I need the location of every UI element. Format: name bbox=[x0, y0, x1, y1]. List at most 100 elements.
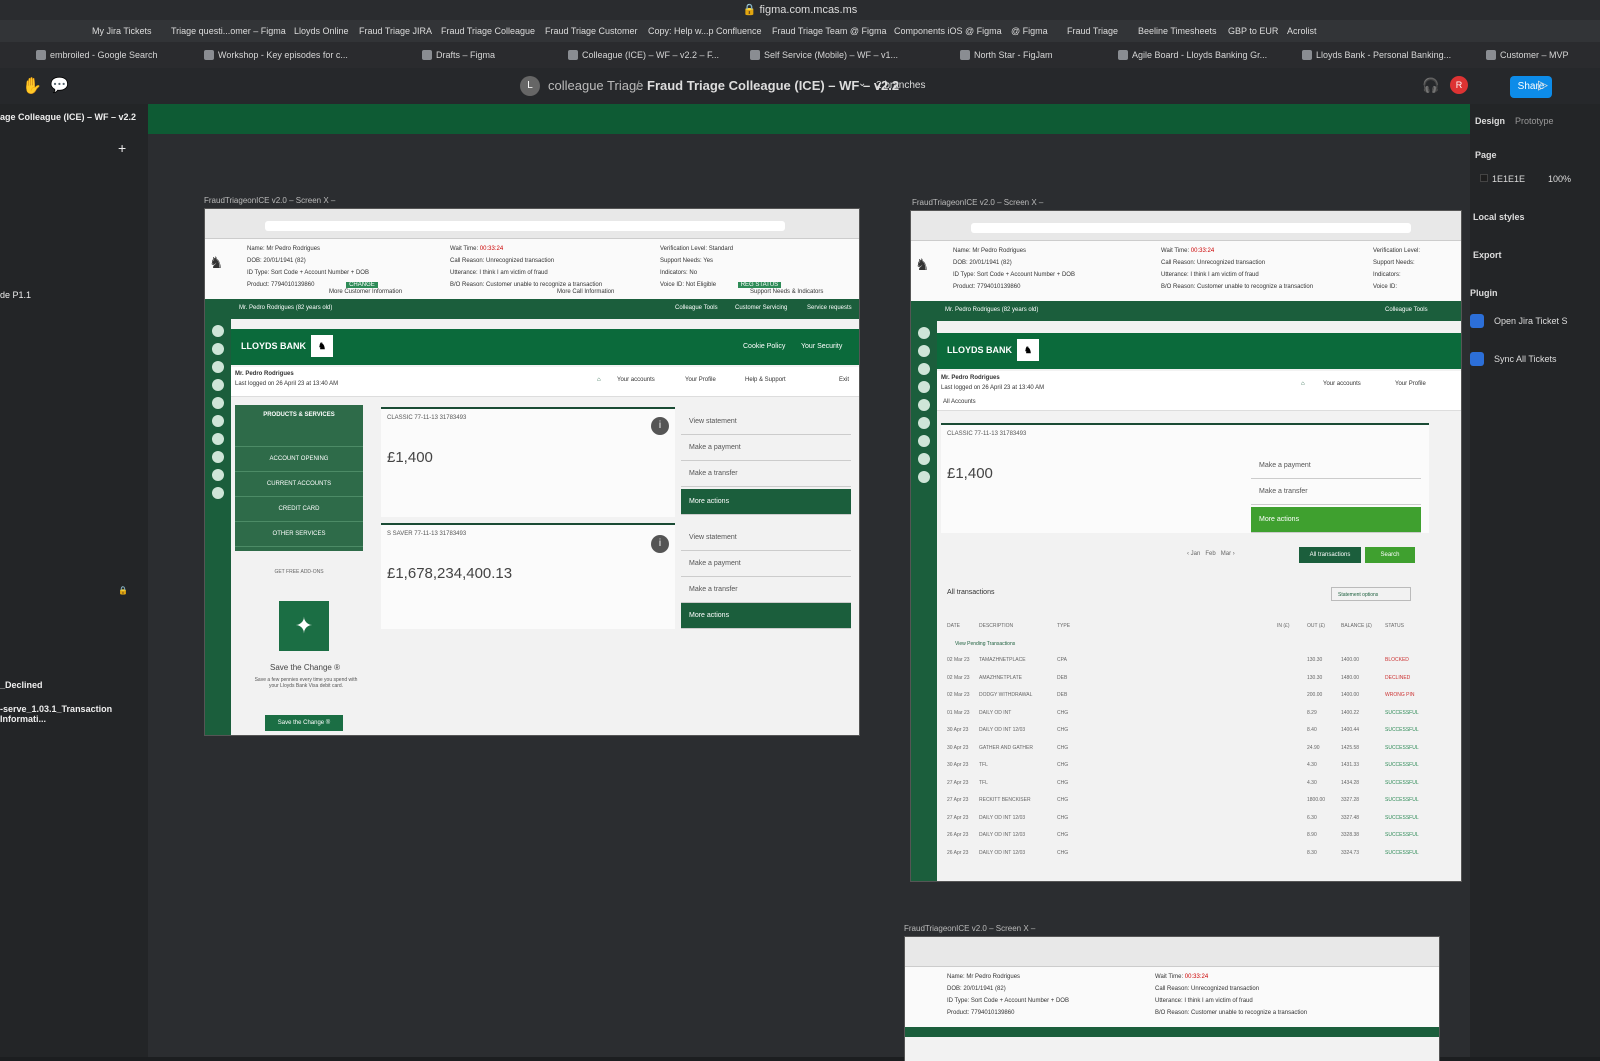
all-accounts-link[interactable]: All Accounts bbox=[943, 399, 976, 405]
all-transactions-button[interactable]: All transactions bbox=[1299, 547, 1361, 563]
make-payment-button[interactable]: Make a payment bbox=[681, 435, 851, 461]
month-filter[interactable]: ‹ Jan Feb Mar › bbox=[1187, 551, 1235, 557]
home-icon[interactable]: ⌂ bbox=[1301, 381, 1305, 387]
headphones-icon[interactable]: 🎧 bbox=[1422, 77, 1439, 94]
browser-tab[interactable]: Agile Board - Lloyds Banking Gr... bbox=[1116, 42, 1267, 68]
home-icon[interactable]: ⌂ bbox=[597, 377, 601, 383]
account-card[interactable]: S SAVER 77-11-13 31783493 £1,678,234,400… bbox=[381, 523, 675, 629]
service-requests[interactable]: Service requests bbox=[807, 305, 852, 311]
product-item[interactable]: CREDIT CARD bbox=[235, 497, 363, 522]
browser-tab[interactable]: Customer – MVP bbox=[1484, 42, 1569, 68]
colleague-tools[interactable]: Colleague Tools bbox=[675, 305, 718, 311]
hand-tool-icon[interactable]: ✋ bbox=[22, 76, 42, 96]
help-support-menu[interactable]: Help & Support bbox=[745, 377, 786, 383]
plugin-sync-tickets[interactable]: Sync All Tickets bbox=[1494, 354, 1557, 364]
view-statement-button[interactable]: View statement bbox=[681, 525, 851, 551]
plugin-open-jira[interactable]: Open Jira Ticket S bbox=[1494, 316, 1568, 326]
more-actions-button[interactable]: More actions bbox=[1251, 507, 1421, 533]
branches-label[interactable]: 2 branches bbox=[876, 80, 925, 91]
team-name[interactable]: colleague Triage bbox=[548, 78, 643, 93]
file-title[interactable]: age Colleague (ICE) – WF – v2.2 bbox=[0, 112, 136, 122]
browser-tab[interactable]: Colleague (ICE) – WF – v2.2 – F... bbox=[566, 42, 719, 68]
more-call-info[interactable]: More Call Information bbox=[557, 289, 614, 295]
page-item[interactable]: de P1.1 bbox=[0, 290, 31, 300]
reg-status-badge[interactable]: REG STATUS bbox=[737, 282, 782, 288]
more-customer-info[interactable]: More Customer Information bbox=[329, 289, 402, 295]
bookmark[interactable]: Components iOS @ Figma bbox=[894, 20, 1002, 42]
browser-tab[interactable]: Workshop - Key episodes for c... bbox=[202, 42, 348, 68]
your-profile-menu[interactable]: Your Profile bbox=[685, 377, 716, 383]
color-swatch[interactable] bbox=[1480, 174, 1488, 182]
table-cell: DECLINED bbox=[1385, 674, 1411, 681]
view-pending-link[interactable]: View Pending Transactions bbox=[955, 641, 1015, 647]
your-accounts-menu[interactable]: Your accounts bbox=[617, 377, 655, 383]
more-actions-button[interactable]: More actions bbox=[681, 603, 851, 629]
bookmark[interactable]: Lloyds Online bbox=[294, 20, 349, 42]
col-header: STATUS bbox=[1385, 623, 1404, 629]
more-actions-button[interactable]: More actions bbox=[681, 489, 851, 515]
your-security[interactable]: Your Security bbox=[801, 343, 842, 350]
prototype-frame[interactable]: Name: Mr Pedro Rodrigues DOB: 20/01/1941… bbox=[904, 936, 1440, 1061]
statement-options[interactable]: Statement options bbox=[1331, 587, 1411, 601]
browser-address-bar[interactable]: 🔒 figma.com.mcas.ms bbox=[0, 0, 1600, 20]
make-payment-button[interactable]: Make a payment bbox=[1251, 453, 1421, 479]
cookie-policy[interactable]: Cookie Policy bbox=[743, 343, 785, 350]
play-icon[interactable]: ▷ bbox=[1538, 77, 1548, 93]
page-opacity[interactable]: 100% bbox=[1548, 174, 1571, 184]
your-accounts-menu[interactable]: Your accounts bbox=[1323, 381, 1361, 387]
bookmark[interactable]: GBP to EUR bbox=[1228, 20, 1278, 42]
make-transfer-button[interactable]: Make a transfer bbox=[681, 461, 851, 487]
local-styles[interactable]: Local styles bbox=[1473, 212, 1525, 222]
user-avatar[interactable]: R bbox=[1450, 76, 1468, 94]
lock-icon[interactable]: 🔒 bbox=[118, 586, 128, 595]
comment-icon[interactable]: 💬 bbox=[50, 76, 69, 94]
info-icon[interactable]: i bbox=[651, 417, 669, 435]
figma-canvas[interactable]: FraudTriageonICE v2.0 – Screen X – Fraud… bbox=[148, 104, 1470, 1061]
customer-servicing[interactable]: Customer Servicing bbox=[735, 305, 787, 311]
product-item[interactable]: CURRENT ACCOUNTS bbox=[235, 472, 363, 497]
team-avatar[interactable]: L bbox=[520, 76, 540, 96]
bookmark[interactable]: My Jira Tickets bbox=[92, 20, 152, 42]
bookmark[interactable]: Fraud Triage Colleague bbox=[441, 20, 535, 42]
bookmark[interactable]: Copy: Help w...p Confluence bbox=[648, 20, 762, 42]
change-button[interactable]: CHANGE bbox=[346, 282, 378, 288]
browser-tab[interactable]: North Star - FigJam bbox=[958, 42, 1053, 68]
bookmark[interactable]: @ Figma bbox=[1011, 20, 1048, 42]
prototype-frame[interactable]: ♞ Name: Mr Pedro Rodrigues DOB: 20/01/19… bbox=[910, 210, 1462, 882]
info-icon[interactable]: i bbox=[651, 535, 669, 553]
tab-design[interactable]: Design bbox=[1475, 116, 1505, 126]
layer-item[interactable]: _Declined bbox=[0, 680, 43, 690]
browser-tab[interactable]: embroiled - Google Search bbox=[34, 42, 158, 68]
make-payment-button[interactable]: Make a payment bbox=[681, 551, 851, 577]
exit-link[interactable]: Exit bbox=[839, 377, 849, 383]
browser-tab[interactable]: Drafts – Figma bbox=[420, 42, 495, 68]
add-page-icon[interactable]: + bbox=[118, 140, 126, 156]
layer-item[interactable]: -serve_1.03.1_Transaction Informati... bbox=[0, 704, 148, 724]
bookmark[interactable]: Triage questi...omer – Figma bbox=[171, 20, 286, 42]
view-statement-button[interactable]: View statement bbox=[681, 409, 851, 435]
bookmark[interactable]: Fraud Triage Customer bbox=[545, 20, 638, 42]
bookmark[interactable]: Fraud Triage JIRA bbox=[359, 20, 432, 42]
search-button[interactable]: Search bbox=[1365, 547, 1415, 563]
col-header[interactable]: DATE bbox=[947, 623, 960, 629]
export-section[interactable]: Export bbox=[1473, 250, 1502, 260]
browser-tab[interactable]: Self Service (Mobile) – WF – v1... bbox=[748, 42, 898, 68]
support-needs-link[interactable]: Support Needs & Indicators bbox=[750, 289, 823, 295]
tab-prototype[interactable]: Prototype bbox=[1515, 116, 1554, 126]
make-transfer-button[interactable]: Make a transfer bbox=[1251, 479, 1421, 505]
product-item[interactable]: ACCOUNT OPENING bbox=[235, 447, 363, 472]
your-profile-menu[interactable]: Your Profile bbox=[1395, 381, 1426, 387]
bookmark[interactable]: Acrolist bbox=[1287, 20, 1317, 42]
product-item[interactable]: OTHER SERVICES bbox=[235, 522, 363, 547]
browser-tab[interactable]: Lloyds Bank - Personal Banking... bbox=[1300, 42, 1451, 68]
prototype-frame[interactable]: ♞ Name: Mr Pedro Rodrigues DOB: 20/01/19… bbox=[204, 208, 860, 736]
bookmark[interactable]: Beeline Timesheets bbox=[1138, 20, 1217, 42]
colleague-tools[interactable]: Colleague Tools bbox=[1385, 307, 1428, 313]
account-card[interactable]: CLASSIC 77-11-13 31783493 £1,400 i bbox=[381, 407, 675, 517]
page-color[interactable]: 1E1E1E bbox=[1492, 174, 1525, 184]
chevron-down-icon[interactable]: ⌄ bbox=[858, 78, 866, 89]
bookmark[interactable]: Fraud Triage bbox=[1067, 20, 1118, 42]
save-change-button[interactable]: Save the Change ® bbox=[265, 715, 343, 731]
make-transfer-button[interactable]: Make a transfer bbox=[681, 577, 851, 603]
bookmark[interactable]: Fraud Triage Team @ Figma bbox=[772, 20, 887, 42]
